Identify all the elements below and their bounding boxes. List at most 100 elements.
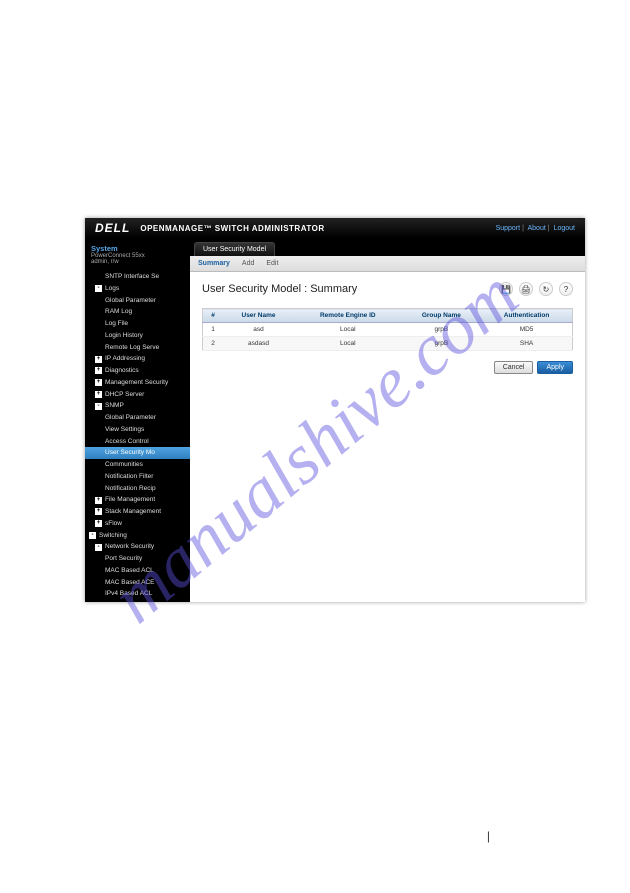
sidebar-item-label: Global Parameter (105, 296, 156, 306)
expand-icon[interactable]: + (95, 391, 102, 398)
sidebar-item[interactable]: Log File (85, 318, 190, 330)
subtab-add[interactable]: Add (242, 260, 254, 267)
sidebar-item[interactable]: SNTP Interface Se (85, 271, 190, 283)
content-area: User Security Model Summary Add Edit Use… (190, 238, 585, 602)
cell-group: grpB (402, 323, 482, 337)
sidebar-item-label: Log File (105, 319, 128, 329)
sidebar-item-label: SNMP (105, 401, 124, 411)
refresh-icon[interactable]: ↻ (539, 282, 553, 296)
sidebar-item[interactable]: Global Parameter (85, 412, 190, 424)
sidebar-item-label: Stack Management (105, 507, 161, 517)
sidebar-item-label: DHCP Server (105, 390, 144, 400)
product-name: OPENMANAGE™ SWITCH ADMINISTRATOR (140, 224, 324, 233)
user-role: admin, r/w (91, 259, 184, 265)
sidebar-item[interactable]: MAC Based ACL (85, 565, 190, 577)
sidebar-item[interactable]: -Logs (85, 283, 190, 295)
cell-idx: 2 (203, 337, 224, 351)
sidebar-header: System PowerConnect 55xx admin, r/w (85, 238, 190, 269)
expand-icon[interactable]: + (95, 520, 102, 527)
cell-engine: Local (294, 337, 402, 351)
subtab-edit[interactable]: Edit (266, 260, 278, 267)
sidebar-item-label: View Settings (105, 425, 144, 435)
support-link[interactable]: Support (496, 225, 521, 232)
sidebar-item[interactable]: +IP Addressing (85, 353, 190, 365)
sidebar-item[interactable]: Port Security (85, 553, 190, 565)
sidebar-item[interactable]: Communities (85, 459, 190, 471)
sidebar-item-label: MAC Based ACL (105, 566, 154, 576)
sidebar-item[interactable]: +DHCP Server (85, 389, 190, 401)
sidebar-item-label: IPv4 Based ACL (105, 589, 152, 599)
logout-link[interactable]: Logout (554, 225, 575, 232)
collapse-icon[interactable]: - (95, 285, 102, 292)
sidebar-item-label: File Management (105, 495, 155, 505)
collapse-icon[interactable]: - (95, 403, 102, 410)
col-username: User Name (223, 309, 294, 323)
sidebar-item-label: IP Addressing (105, 354, 145, 364)
sidebar-item[interactable]: Access Control (85, 436, 190, 448)
sidebar: System PowerConnect 55xx admin, r/w SNTP… (85, 238, 190, 602)
sidebar-item[interactable]: IPv4 Based ACL (85, 588, 190, 600)
user-security-table: # User Name Remote Engine ID Group Name … (202, 308, 573, 351)
col-group: Group Name (402, 309, 482, 323)
system-label: System (91, 244, 184, 253)
page-title: User Security Model : Summary (202, 283, 357, 295)
sidebar-item[interactable]: User Security Mo (85, 447, 190, 459)
help-icon[interactable]: ? (559, 282, 573, 296)
col-auth: Authentication (481, 309, 572, 323)
header-links: Support| About| Logout (496, 225, 575, 232)
cell-idx: 1 (203, 323, 224, 337)
sidebar-item-label: Switching (99, 531, 127, 541)
page-separator: | (487, 829, 490, 843)
sidebar-item[interactable]: +File Management (85, 494, 190, 506)
cell-auth: MD5 (481, 323, 572, 337)
sidebar-item[interactable]: +Management Security (85, 377, 190, 389)
expand-icon[interactable]: + (95, 497, 102, 504)
sidebar-item-label: User Security Mo (105, 448, 155, 458)
sidebar-item[interactable]: MAC Based ACE (85, 577, 190, 589)
app-window: DELL OPENMANAGE™ SWITCH ADMINISTRATOR Su… (85, 218, 585, 602)
sidebar-item[interactable]: Login History (85, 330, 190, 342)
table-row[interactable]: 2asdasdLocalgrpBSHA (203, 337, 573, 351)
toolbar: 💾 🖨 ↻ ? (499, 282, 573, 296)
cell-auth: SHA (481, 337, 572, 351)
expand-icon[interactable]: + (95, 356, 102, 363)
sidebar-item-label: Notification Filter (105, 472, 153, 482)
sidebar-item[interactable]: Notification Filter (85, 471, 190, 483)
sidebar-item-label: Remote Log Serve (105, 343, 159, 353)
sidebar-item[interactable]: View Settings (85, 424, 190, 436)
expand-icon[interactable]: + (95, 367, 102, 374)
brand-logo: DELL OPENMANAGE™ SWITCH ADMINISTRATOR (95, 221, 325, 235)
sidebar-item[interactable]: Notification Recip (85, 483, 190, 495)
sidebar-item[interactable]: +Stack Management (85, 506, 190, 518)
nav-tree: SNTP Interface Se-LogsGlobal ParameterRA… (85, 269, 190, 602)
sidebar-item[interactable]: -Switching (85, 530, 190, 542)
sidebar-item[interactable]: RAM Log (85, 306, 190, 318)
expand-icon[interactable]: + (95, 379, 102, 386)
sidebar-item[interactable]: +Diagnostics (85, 365, 190, 377)
table-row[interactable]: 1asdLocalgrpBMD5 (203, 323, 573, 337)
cancel-button[interactable]: Cancel (494, 361, 534, 374)
save-icon[interactable]: 💾 (499, 282, 513, 296)
action-row: Cancel Apply (202, 361, 573, 374)
collapse-icon[interactable]: - (95, 544, 102, 551)
about-link[interactable]: About (528, 225, 546, 232)
collapse-icon[interactable]: - (89, 532, 96, 539)
sidebar-item-label: Network Security (105, 542, 154, 552)
subtab-bar: Summary Add Edit (190, 256, 585, 272)
apply-button[interactable]: Apply (537, 361, 573, 374)
sidebar-item[interactable]: +sFlow (85, 518, 190, 530)
sidebar-item[interactable]: -SNMP (85, 400, 190, 412)
sidebar-item[interactable]: Global Parameter (85, 295, 190, 307)
sidebar-item[interactable]: Remote Log Serve (85, 342, 190, 354)
expand-icon[interactable]: + (95, 508, 102, 515)
col-index: # (203, 309, 224, 323)
col-engine: Remote Engine ID (294, 309, 402, 323)
cell-group: grpB (402, 337, 482, 351)
sidebar-item[interactable]: -Network Security (85, 541, 190, 553)
subtab-summary[interactable]: Summary (198, 260, 230, 267)
print-icon[interactable]: 🖨 (519, 282, 533, 296)
sidebar-item-label: RAM Log (105, 307, 132, 317)
header-bar: DELL OPENMANAGE™ SWITCH ADMINISTRATOR Su… (85, 218, 585, 238)
sidebar-item-label: Notification Recip (105, 484, 156, 494)
tab-user-security-model[interactable]: User Security Model (194, 242, 275, 256)
